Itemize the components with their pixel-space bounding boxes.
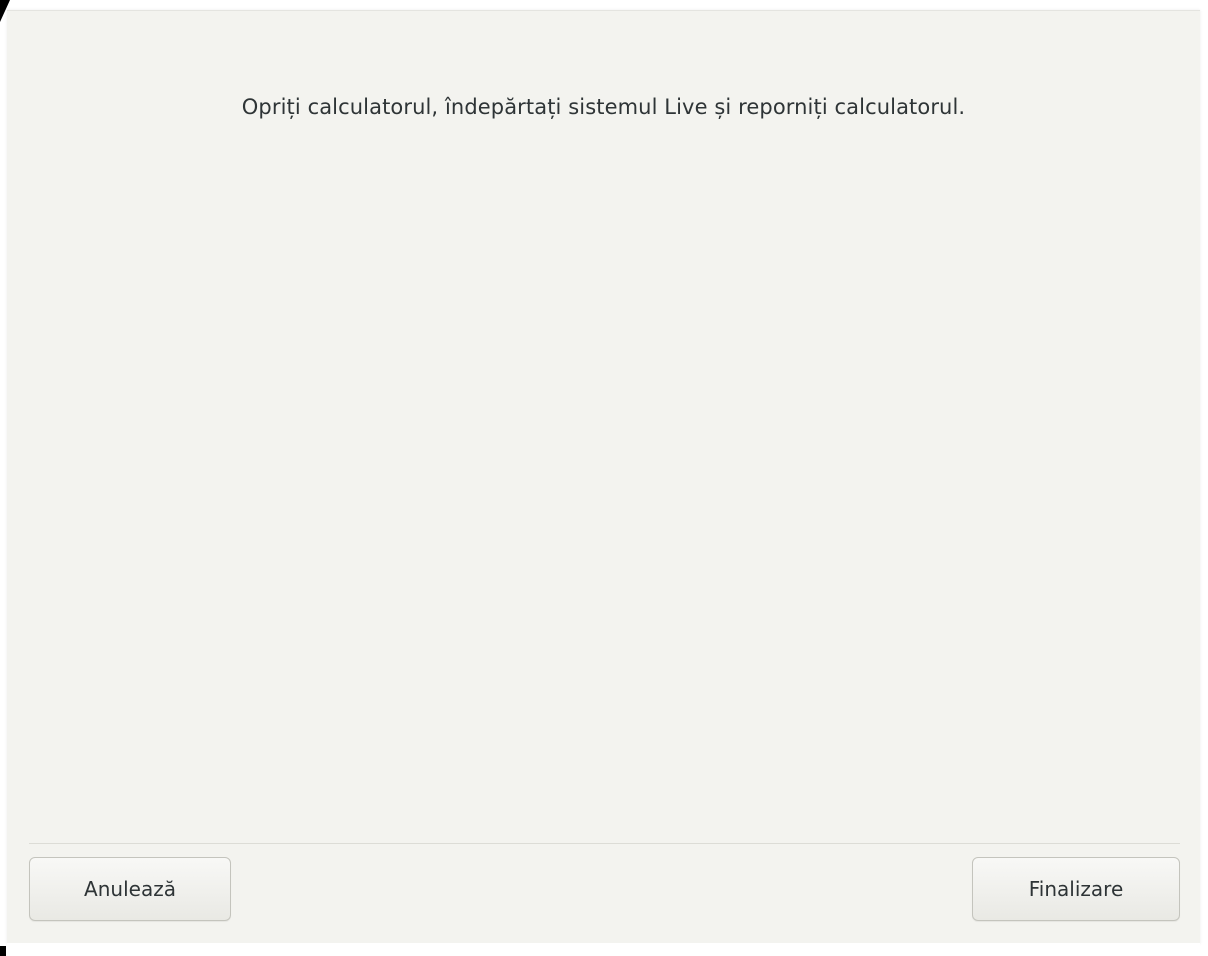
finish-button[interactable]: Finalizare <box>972 857 1180 921</box>
window-bottom-edge <box>7 943 1200 956</box>
window-corner-shadow-bottom <box>0 946 6 956</box>
button-separator <box>29 843 1180 844</box>
cancel-button[interactable]: Anulează <box>29 857 231 921</box>
dialog-message: Opriți calculatorul, îndepărtați sistemu… <box>241 95 966 119</box>
installer-dialog: Opriți calculatorul, îndepărtați sistemu… <box>7 10 1200 944</box>
